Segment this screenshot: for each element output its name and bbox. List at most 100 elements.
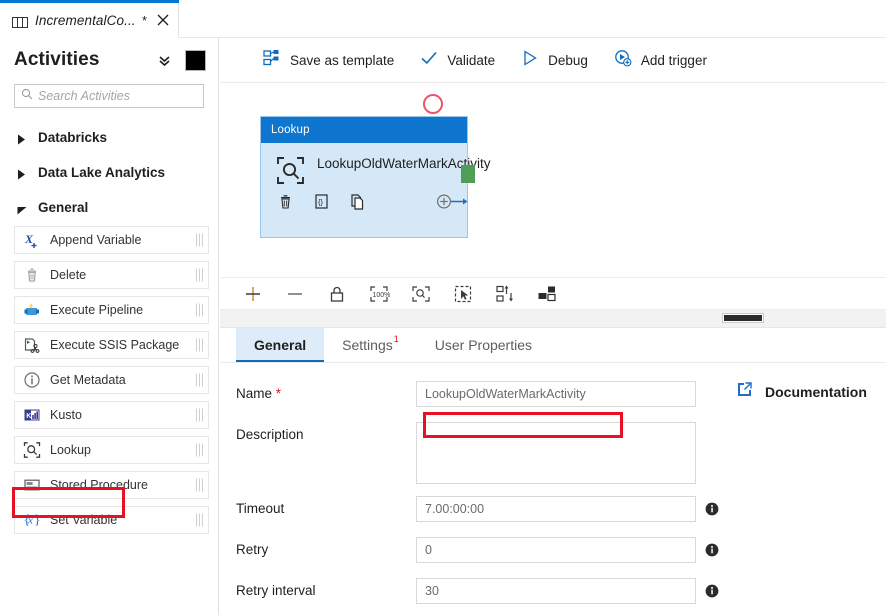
zoom-fit-icon[interactable] xyxy=(410,283,432,305)
panel-splitter[interactable] xyxy=(220,310,886,328)
pipeline-canvas[interactable]: Lookup LookupOldWaterMarkActivity xyxy=(220,83,886,277)
layout-icon[interactable] xyxy=(536,283,558,305)
description-label: Description xyxy=(236,422,416,442)
pointer-select-icon[interactable] xyxy=(452,283,474,305)
drag-grip-icon[interactable] xyxy=(196,304,203,317)
activity-node-header: Lookup xyxy=(261,117,467,143)
info-icon[interactable] xyxy=(705,502,719,521)
auto-align-icon[interactable] xyxy=(494,283,516,305)
validate-button[interactable]: Validate xyxy=(407,38,508,83)
lock-icon[interactable] xyxy=(326,283,348,305)
description-input[interactable] xyxy=(416,422,696,484)
plus-icon[interactable] xyxy=(242,283,264,305)
drag-grip-icon[interactable] xyxy=(196,374,203,387)
activity-item-execute-ssis-package[interactable]: Execute SSIS Package xyxy=(14,331,209,359)
drag-grip-icon[interactable] xyxy=(196,409,203,422)
tab-settings[interactable]: Settings 1 xyxy=(324,328,417,362)
activity-item-label: Lookup xyxy=(50,443,91,457)
sidebar-group-databricks[interactable]: Databricks xyxy=(0,120,218,155)
settings-error-badge: 1 xyxy=(394,334,399,344)
activity-item-lookup[interactable]: Lookup xyxy=(14,436,209,464)
activities-header: Activities xyxy=(0,38,218,82)
zoom-100-icon[interactable]: 100% xyxy=(368,283,390,305)
activity-item-label: Stored Procedure xyxy=(50,478,148,492)
activity-node-body: LookupOldWaterMarkActivity xyxy=(261,143,467,186)
save-as-template-button[interactable]: Save as template xyxy=(250,38,407,83)
close-icon[interactable] xyxy=(156,13,170,27)
activity-node-lookup[interactable]: Lookup LookupOldWaterMarkActivity xyxy=(260,116,468,238)
activity-item-set-variable[interactable]: { x } Set Variable xyxy=(14,506,209,534)
timeout-input[interactable] xyxy=(416,496,696,522)
drag-grip-icon[interactable] xyxy=(196,479,203,492)
activity-item-label: Execute SSIS Package xyxy=(50,338,179,352)
debug-button[interactable]: Debug xyxy=(508,38,601,83)
set-variable-icon: { x } xyxy=(23,511,41,529)
retry-input[interactable] xyxy=(416,537,696,563)
search-activities-box[interactable] xyxy=(14,84,204,108)
activity-item-kusto[interactable]: K Kusto xyxy=(14,401,209,429)
sidebar-group-label: Databricks xyxy=(38,130,107,145)
activity-item-append-variable[interactable]: X Append Variable xyxy=(14,226,209,254)
chevron-down-icon xyxy=(17,202,26,213)
activity-item-execute-pipeline[interactable]: Execute Pipeline xyxy=(14,296,209,324)
svg-text:X: X xyxy=(24,232,34,246)
tab-general-label: General xyxy=(254,337,306,353)
delete-icon xyxy=(23,266,41,284)
drag-grip-icon[interactable] xyxy=(196,444,203,457)
tab-user-properties[interactable]: User Properties xyxy=(417,328,550,362)
debug-label: Debug xyxy=(548,53,588,68)
validate-label: Validate xyxy=(447,53,495,68)
copy-icon[interactable] xyxy=(349,193,366,210)
black-square-icon[interactable] xyxy=(185,50,206,71)
green-connector[interactable] xyxy=(461,165,475,183)
add-arrow-icon[interactable] xyxy=(436,193,453,210)
activity-node-type: Lookup xyxy=(271,124,310,136)
trash-icon[interactable] xyxy=(277,193,294,210)
add-trigger-label: Add trigger xyxy=(641,53,707,68)
pipeline-command-bar: Save as template Validate Debug xyxy=(220,38,886,83)
documentation-link[interactable]: Documentation xyxy=(736,381,867,403)
activity-item-get-metadata[interactable]: Get Metadata xyxy=(14,366,209,394)
tab-strip: IncrementalCo... * xyxy=(0,0,886,38)
save-as-template-label: Save as template xyxy=(290,53,394,68)
drag-grip-icon[interactable] xyxy=(196,269,203,282)
name-input[interactable] xyxy=(416,381,696,407)
activity-item-label: Delete xyxy=(50,268,86,282)
drag-grip-icon[interactable] xyxy=(196,514,203,527)
activity-node-name: LookupOldWaterMarkActivity xyxy=(317,155,452,186)
search-input[interactable] xyxy=(38,89,197,103)
chevron-right-icon xyxy=(17,132,26,143)
chevron-right-icon xyxy=(17,167,26,178)
field-row-retry-interval: Retry interval xyxy=(220,578,886,615)
drag-grip-icon[interactable] xyxy=(196,234,203,247)
minus-icon[interactable] xyxy=(284,283,306,305)
documentation-label: Documentation xyxy=(765,384,867,400)
save-as-template-icon xyxy=(263,49,281,72)
canvas-toolbar: 100% xyxy=(220,277,886,310)
svg-text:100%: 100% xyxy=(373,292,391,299)
sidebar-group-general[interactable]: General xyxy=(0,190,218,225)
checkmark-icon xyxy=(420,49,438,72)
add-trigger-button[interactable]: Add trigger xyxy=(601,38,720,83)
drag-grip-icon[interactable] xyxy=(196,339,203,352)
tab-general[interactable]: General xyxy=(236,328,324,362)
retry-interval-input[interactable] xyxy=(416,578,696,604)
info-icon[interactable] xyxy=(705,543,719,562)
unsaved-indicator: * xyxy=(142,13,147,28)
execute-pipeline-icon xyxy=(23,301,41,319)
kusto-icon: K xyxy=(23,406,41,424)
splitter-drag-handle[interactable] xyxy=(723,314,763,322)
svg-text:K: K xyxy=(26,413,31,420)
retry-interval-label: Retry interval xyxy=(236,578,416,598)
activity-item-stored-procedure[interactable]: Stored Procedure xyxy=(14,471,209,499)
double-chevron-down-icon[interactable] xyxy=(157,53,172,68)
info-icon[interactable] xyxy=(705,584,719,603)
pipeline-tab[interactable]: IncrementalCo... * xyxy=(0,3,179,38)
activity-item-delete[interactable]: Delete xyxy=(14,261,209,289)
sidebar-group-data-lake-analytics[interactable]: Data Lake Analytics xyxy=(0,155,218,190)
lookup-icon xyxy=(275,155,306,186)
activity-item-label: Execute Pipeline xyxy=(50,303,143,317)
sidebar-group-label: General xyxy=(38,200,88,215)
code-brackets-icon[interactable]: {} xyxy=(313,193,330,210)
activity-properties-panel: General Settings 1 User Properties xyxy=(220,328,886,615)
